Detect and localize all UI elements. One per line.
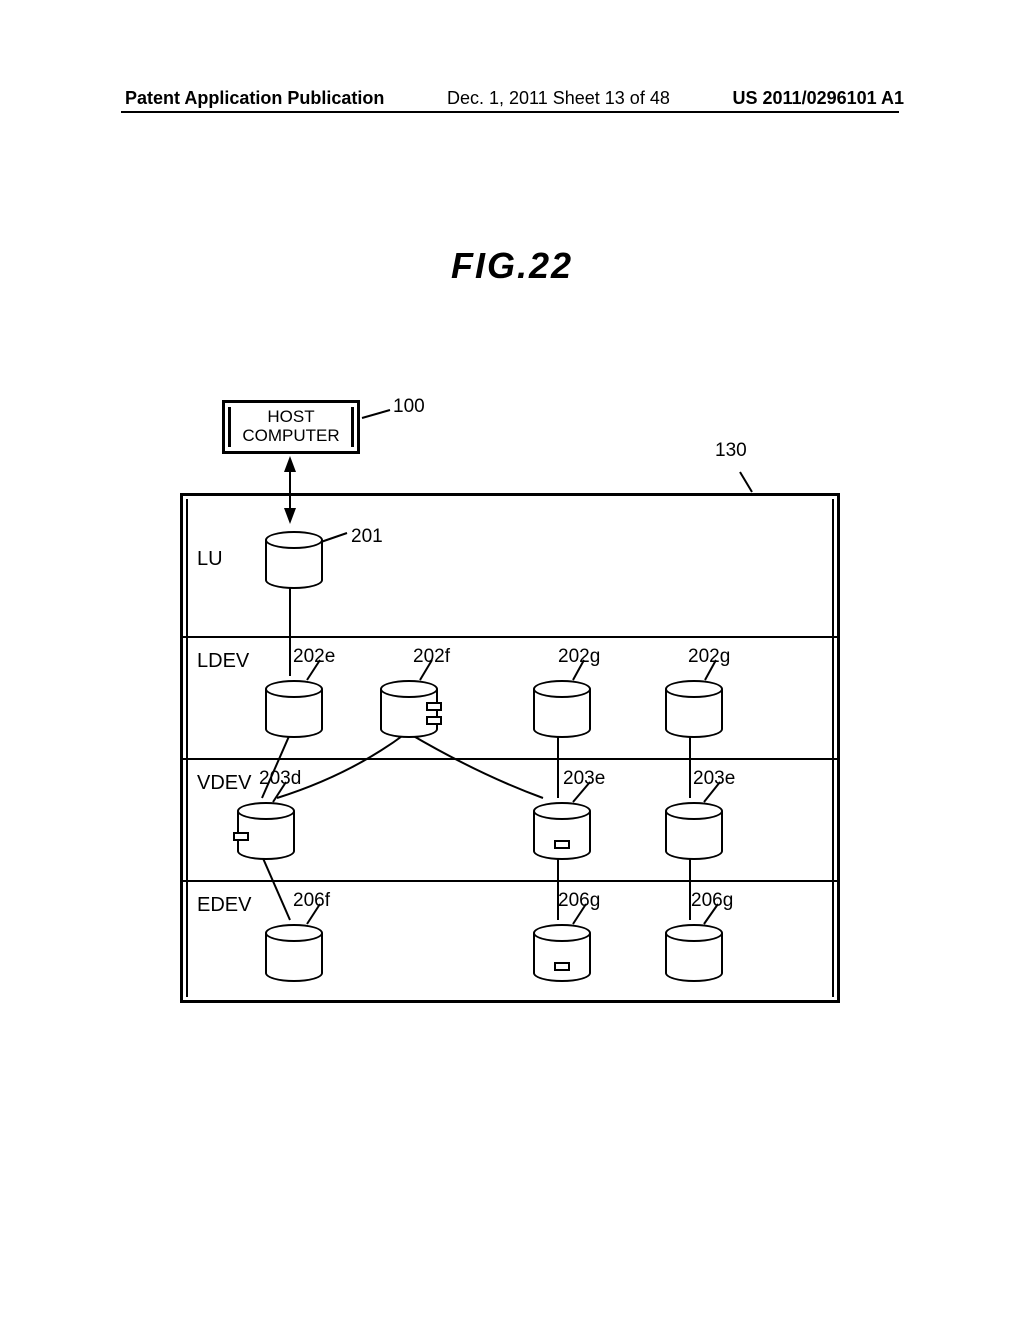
cyl-lu-201 [265,531,323,589]
ref-lu-201: 201 [351,526,383,548]
ref-ldev-2: 202g [558,646,600,668]
ref-ldev-0: 202e [293,646,335,668]
ref-vdev-0: 203d [259,768,301,790]
cyl-ldev-202g-b [665,680,723,738]
cyl-vdev-203e-a [533,802,591,860]
cyl-vdev-203d [237,802,295,860]
row-label-ldev: LDEV [197,650,249,673]
ref-edev-1: 206g [558,890,600,912]
row-edev: EDEV 206f 206g 206g [183,880,837,1000]
ref-vdev-2: 203e [693,768,735,790]
figure-title: FIG.22 [0,245,1024,287]
storage-container: LU 201 LDEV 202e 202f 202g 202g VDEV 203… [180,493,840,1003]
ref-host: 100 [393,396,425,418]
header-right: US 2011/0296101 A1 [733,88,904,109]
header-rule [121,111,899,113]
row-label-vdev: VDEV [197,772,251,795]
ref-vdev-1: 203e [563,768,605,790]
cyl-ldev-202e [265,680,323,738]
ref-edev-2: 206g [691,890,733,912]
row-lu: LU 201 [183,496,837,636]
cyl-edev-206g-b [665,924,723,982]
ref-storage: 130 [715,440,747,462]
row-label-edev: EDEV [197,894,251,917]
header-center: Dec. 1, 2011 Sheet 13 of 48 [447,88,670,109]
cyl-edev-206f [265,924,323,982]
page-header: Patent Application Publication Dec. 1, 2… [0,88,1024,109]
ref-ldev-1: 202f [413,646,450,668]
header-left: Patent Application Publication [125,88,384,109]
row-vdev: VDEV 203d 203e 203e [183,758,837,880]
cyl-vdev-203e-b [665,802,723,860]
cyl-edev-206g-a [533,924,591,982]
host-computer-box: HOST COMPUTER [222,400,360,454]
ref-edev-0: 206f [293,890,330,912]
row-label-lu: LU [197,548,223,571]
cyl-ldev-202f [380,680,438,738]
ref-ldev-3: 202g [688,646,730,668]
diagram-stage: HOST COMPUTER 100 130 LU 201 LDEV 202e 2… [180,380,840,1010]
row-ldev: LDEV 202e 202f 202g 202g [183,636,837,758]
cyl-ldev-202g-a [533,680,591,738]
host-label: HOST COMPUTER [242,408,339,445]
